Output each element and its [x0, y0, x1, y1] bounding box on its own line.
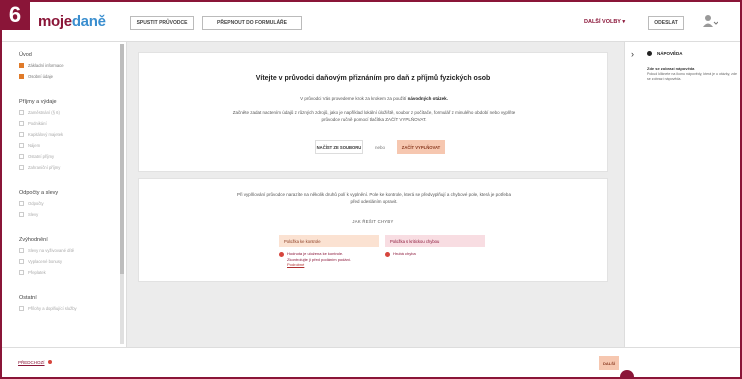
sidebar-item[interactable]: Zahraniční příjmy — [19, 165, 60, 170]
checkbox-icon — [19, 110, 24, 115]
sidebar-item[interactable]: Ostatní příjmy — [19, 154, 54, 159]
checkbox-icon — [19, 248, 24, 253]
sidebar-item[interactable]: Přílohy a doplňující služby — [19, 306, 77, 311]
legend-check-note: Hodnota je uložena ke kontrole. Zkontrolu… — [279, 251, 379, 268]
sidebar-item[interactable]: Podnikání — [19, 121, 47, 126]
sidebar-item[interactable]: Slevy na vyživované dítě — [19, 248, 74, 253]
next-button[interactable]: DALŠÍ — [599, 356, 619, 370]
help-dot-icon — [647, 51, 652, 56]
user-icon[interactable] — [702, 13, 718, 29]
sidebar-item-label: Zahraniční příjmy — [28, 165, 61, 170]
sidebar-item[interactable]: Přeplatek — [19, 270, 46, 275]
checkbox-icon — [19, 132, 24, 137]
sidebar-item-label: Přílohy a doplňující služby — [28, 306, 77, 311]
checkbox-icon — [19, 201, 24, 206]
welcome-intro: V průvodci Vás provedeme krok za krokem … — [300, 96, 448, 101]
legend-check-field: Položka ke kontrole — [279, 235, 379, 247]
sidebar-item[interactable]: Zaměstnání (§ 6) — [19, 110, 60, 115]
error-icon — [385, 251, 390, 257]
sidebar-item[interactable]: Vyplacené bonusy — [19, 259, 62, 264]
submit-button[interactable]: ODESLAT — [648, 16, 684, 30]
sidebar-section-title[interactable]: Úvod — [19, 52, 32, 58]
sidebar-nav: Úvod Základní informace Osobní údaje Příjmy… — [2, 42, 127, 347]
field-types-text-2: před odesláním opravit. — [350, 199, 398, 204]
sidebar-item-label: Nájem — [28, 143, 41, 148]
cursor-indicator — [620, 370, 634, 379]
sidebar-scrollbar[interactable] — [120, 44, 124, 344]
legend-error-field: Položka s kritickou chybou — [385, 235, 485, 247]
legend-error-note: Hrubá chyba — [385, 251, 485, 257]
step-number-badge: 6 — [0, 0, 30, 30]
sidebar-item-label: Ostatní příjmy — [28, 154, 55, 159]
start-filling-button[interactable]: ZAČÍT VYPLŇOVAT — [397, 140, 445, 154]
load-from-file-button[interactable]: NAČÍST ZE SOUBORU — [315, 140, 363, 154]
or-text: nebo — [375, 145, 386, 150]
sidebar-item-label: Odpočty — [28, 201, 44, 206]
legend-title: JAK ŘEŠIT CHYBY — [352, 219, 394, 224]
help-panel: › NÁPOVĚDA Zde se zobrazí nápověda Pokud… — [624, 42, 740, 347]
sidebar-item-label: Slevy na vyživované dítě — [28, 248, 75, 253]
chevron-down-icon: ▾ — [622, 19, 626, 25]
sidebar-section-title[interactable]: Ostatní — [19, 295, 37, 301]
sidebar-item-label: Základní informace — [28, 63, 64, 68]
more-options-dropdown[interactable]: DALŠÍ VOLBY ▾ — [584, 19, 625, 25]
checkbox-icon — [19, 212, 24, 217]
checked-box-icon — [19, 74, 24, 79]
field-types-text: Při vyplňování průvodce narazíte na něko… — [237, 192, 511, 197]
sidebar-section-title[interactable]: Zvýhodnění — [19, 237, 48, 243]
checkbox-icon — [19, 306, 24, 311]
checkbox-icon — [19, 259, 24, 264]
sidebar-item[interactable]: Kapitálový majetek — [19, 132, 63, 137]
help-text: Pokud kliknete na ikonu nápovědy, která … — [647, 72, 737, 81]
app-frame: mojedaně SPUSTIT PRŮVODCE PŘEPNOUT DO FO… — [2, 2, 740, 377]
sidebar-item-label: Osobní údaje — [28, 74, 53, 79]
welcome-card: Vítejte v průvodci daňovým přiznáním pro… — [138, 52, 608, 172]
switch-to-form-button[interactable]: PŘEPNOUT DO FORMULÁŘE — [202, 16, 302, 30]
welcome-title: Vítejte v průvodci daňovým přiznáním pro… — [255, 75, 491, 82]
sidebar-item-label: Zaměstnání (§ 6) — [28, 110, 60, 115]
sidebar-item[interactable]: Odpočty — [19, 201, 44, 206]
sidebar-item-label: Přeplatek — [28, 270, 46, 275]
sidebar-item-label: Vyplacené bonusy — [28, 259, 63, 264]
sidebar-item[interactable]: Slevy — [19, 212, 38, 217]
sidebar-item-label: Kapitálový majetek — [28, 132, 64, 137]
checked-box-icon — [19, 63, 24, 68]
start-guide-button[interactable]: SPUSTIT PRŮVODCE — [130, 16, 194, 30]
sidebar-section-title[interactable]: Odpočty a slevy — [19, 190, 58, 196]
sidebar-item-label: Slevy — [28, 212, 39, 217]
field-types-card: Při vyplňování průvodce narazíte na něko… — [138, 178, 608, 282]
welcome-instructions: Začněte zadat nactením údajů z různých z… — [232, 110, 516, 115]
previous-link[interactable]: PŘEDCHOZÍ — [18, 360, 52, 365]
sidebar-item[interactable]: Základní informace — [19, 63, 64, 68]
checkbox-icon — [19, 154, 24, 159]
checkbox-icon — [19, 143, 24, 148]
sidebar-item[interactable]: Osobní údaje — [19, 74, 53, 79]
checkbox-icon — [19, 165, 24, 170]
details-link[interactable]: Podrobné — [287, 262, 304, 267]
chevron-right-icon[interactable]: › — [631, 49, 634, 59]
checkbox-icon — [19, 121, 24, 126]
help-title: NÁPOVĚDA — [647, 51, 683, 56]
error-dot-icon — [47, 360, 52, 364]
sidebar-item-label: Podnikání — [28, 121, 47, 126]
warning-icon — [279, 251, 284, 257]
sidebar-item[interactable]: Nájem — [19, 143, 40, 148]
top-bar: mojedaně SPUSTIT PRŮVODCE PŘEPNOUT DO FO… — [2, 2, 740, 42]
help-heading: Zde se zobrazí nápověda — [647, 66, 695, 71]
logo[interactable]: mojedaně — [38, 13, 106, 30]
welcome-instructions-2: průvodce ručně pomocí tlačítka ZAČÍT VYP… — [321, 117, 427, 122]
sidebar-section-title[interactable]: Příjmy a výdaje — [19, 99, 57, 105]
checkbox-icon — [19, 270, 24, 275]
